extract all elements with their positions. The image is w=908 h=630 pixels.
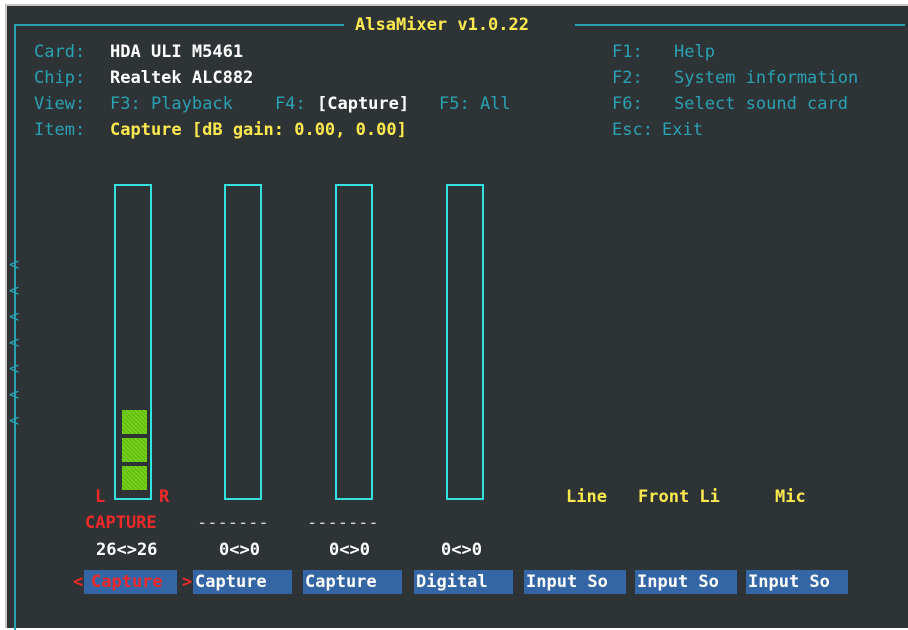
volume-level-segment bbox=[122, 438, 147, 462]
control-tab-capture-3[interactable]: Capture bbox=[303, 570, 402, 594]
view-all[interactable]: F5: All bbox=[439, 93, 511, 115]
control-tab-input-source-1[interactable]: Input So bbox=[524, 570, 626, 594]
view-label: View: bbox=[34, 94, 86, 114]
key-f2-sysinfo[interactable]: System information bbox=[674, 67, 858, 89]
card-label: Card: bbox=[34, 42, 86, 62]
digital-value: 0<>0 bbox=[441, 540, 482, 560]
capture-2-switch-status[interactable]: ------- bbox=[197, 512, 269, 534]
chip-value: Realtek ALC882 bbox=[110, 68, 254, 88]
key-f2: F2: bbox=[612, 68, 643, 88]
selected-right-marker: > bbox=[182, 572, 193, 592]
view-capture-key[interactable]: F4: bbox=[275, 93, 306, 115]
window-title: AlsaMixer v1.0.22 bbox=[355, 15, 529, 35]
capture-3-value: 0<>0 bbox=[329, 540, 370, 560]
frame-top-right bbox=[575, 24, 905, 26]
left-channel-label: L bbox=[95, 487, 106, 507]
item-label: Item: bbox=[34, 120, 86, 140]
frame-top-left bbox=[14, 24, 344, 26]
control-tab-input-source-3[interactable]: Input So bbox=[746, 570, 848, 594]
key-f6-select-card[interactable]: Select sound card bbox=[674, 93, 848, 115]
selected-left-marker: < bbox=[73, 572, 84, 592]
item-value: Capture [dB gain: 0.00, 0.00] bbox=[110, 120, 407, 140]
left-chevron-icon[interactable]: < bbox=[9, 384, 19, 406]
control-tab-capture-2[interactable]: Capture bbox=[193, 570, 292, 594]
view-playback[interactable]: F3: Playback bbox=[110, 93, 233, 115]
left-chevron-icon[interactable]: < bbox=[9, 306, 19, 328]
capture-2-value: 0<>0 bbox=[219, 540, 260, 560]
digital-volume-bar[interactable] bbox=[446, 184, 484, 500]
view-capture[interactable]: [Capture] bbox=[317, 93, 409, 115]
capture-2-volume-bar[interactable] bbox=[224, 184, 262, 500]
front-line-source-value: Front Li bbox=[638, 487, 720, 507]
line-source-value: Line bbox=[566, 487, 607, 507]
key-esc-exit[interactable]: Exit bbox=[662, 119, 703, 141]
capture-3-switch-status[interactable]: ------- bbox=[307, 512, 379, 534]
control-tab-capture-1[interactable]: Capture bbox=[84, 570, 177, 594]
capture-3-volume-bar[interactable] bbox=[335, 184, 373, 500]
capture-switch-status[interactable]: CAPTURE bbox=[85, 512, 157, 534]
left-chevron-icon[interactable]: < bbox=[9, 410, 19, 432]
left-chevron-icon[interactable]: < bbox=[9, 358, 19, 380]
control-tab-digital[interactable]: Digital bbox=[414, 570, 513, 594]
left-chevron-icon[interactable]: < bbox=[9, 254, 19, 276]
right-channel-label: R bbox=[159, 487, 170, 507]
terminal-window: AlsaMixer v1.0.22 Card: HDA ULI M5461 Ch… bbox=[5, 4, 908, 630]
control-tab-input-source-2[interactable]: Input So bbox=[635, 570, 737, 594]
mic-source-value: Mic bbox=[775, 487, 806, 507]
capture-1-value: 26<>26 bbox=[96, 540, 158, 560]
chip-label: Chip: bbox=[34, 68, 86, 88]
key-f6: F6: bbox=[612, 94, 643, 114]
volume-level-segment bbox=[122, 466, 147, 490]
card-value: HDA ULI M5461 bbox=[110, 42, 244, 62]
capture-1-volume-bar[interactable] bbox=[114, 184, 152, 500]
key-f1-help[interactable]: Help bbox=[674, 41, 715, 63]
key-f1: F1: bbox=[612, 42, 643, 62]
volume-level-segment bbox=[122, 410, 147, 434]
key-esc: Esc: bbox=[612, 120, 653, 140]
left-chevron-icon[interactable]: < bbox=[9, 280, 19, 302]
left-chevron-icon[interactable]: < bbox=[9, 332, 19, 354]
